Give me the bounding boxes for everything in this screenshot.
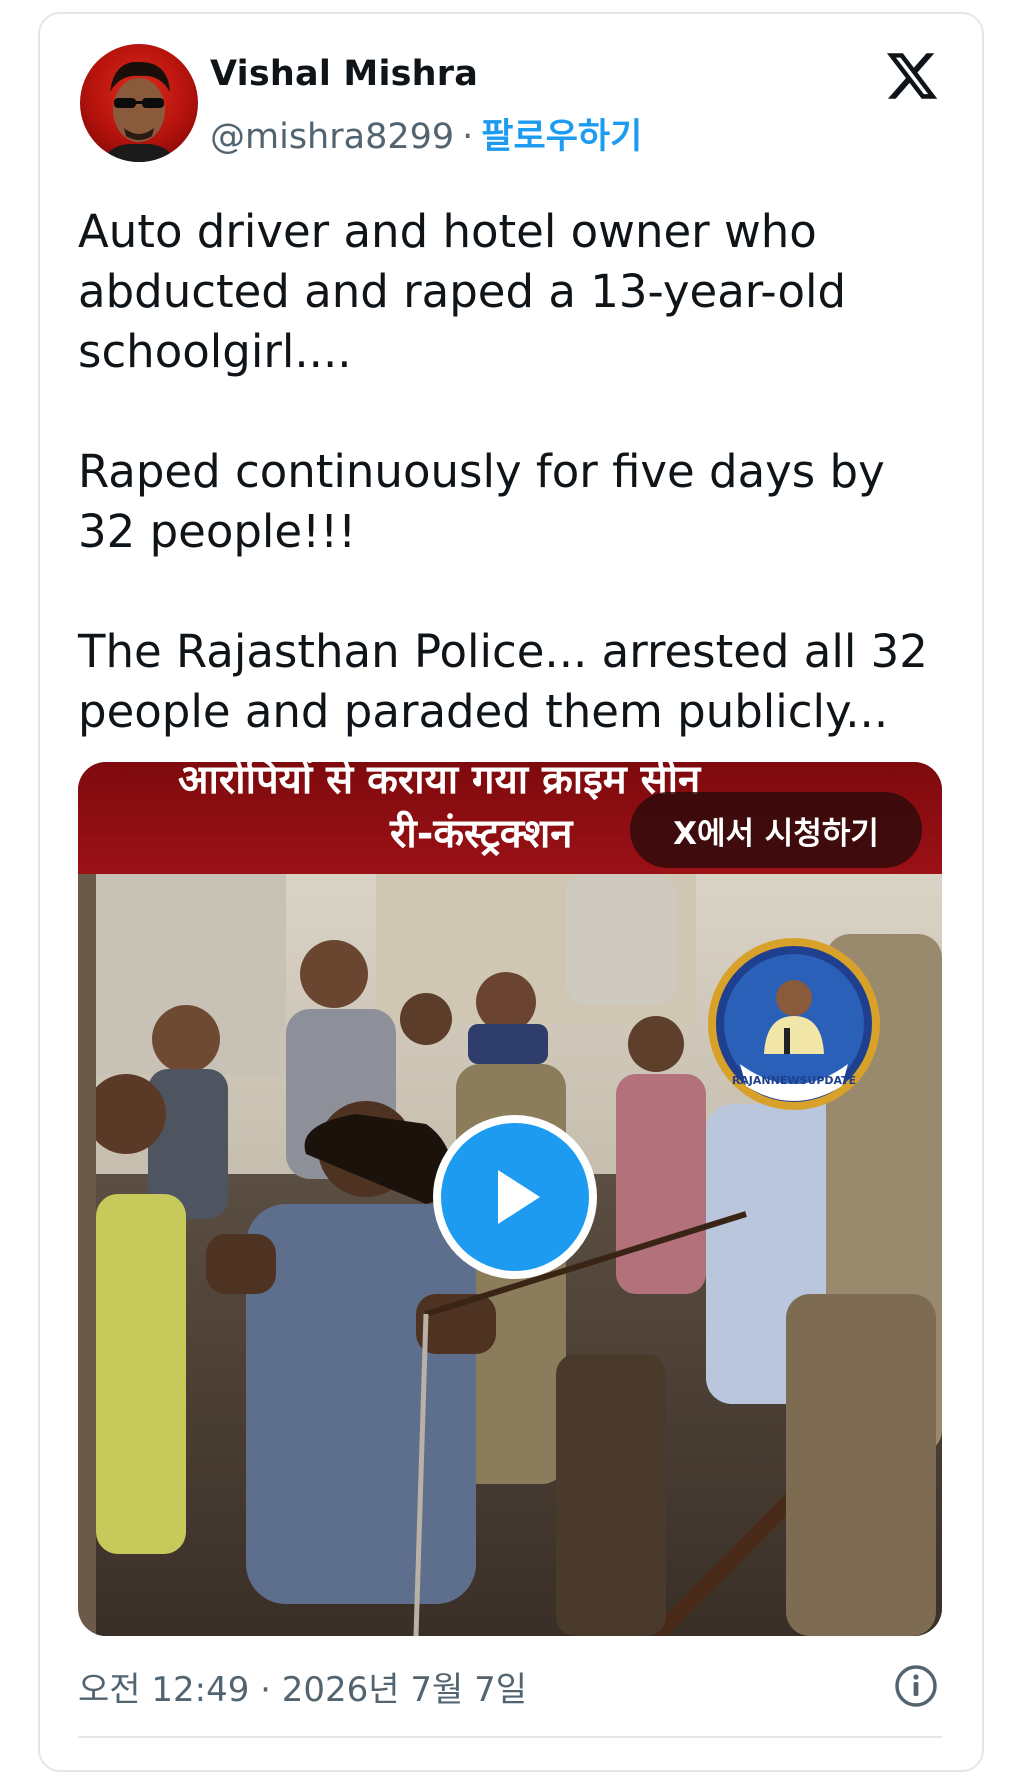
avatar-portrait-icon [102, 61, 176, 162]
video-media[interactable]: आरोपियों से कराया गया क्राइम सीन री-कंस्… [78, 762, 942, 1636]
separator-dot: · [462, 117, 474, 157]
author-avatar[interactable] [80, 44, 198, 162]
tweet-body: Auto driver and hotel owner who abducted… [78, 202, 938, 802]
play-button[interactable] [433, 1115, 597, 1279]
follow-button[interactable]: 팔로우하기 [481, 117, 642, 157]
video-headline-line2: री-कंस्ट्रक्शन [390, 811, 573, 857]
tweet-card: Vishal Mishra @mishra8299 · 팔로우하기 Auto dri… [38, 12, 984, 1772]
author-handle-line: @mishra8299 · 팔로우하기 [210, 108, 642, 159]
video-headline-line1: आरोपियों से कराया गया क्राइम सीन [178, 762, 701, 803]
tweet-paragraph: Raped continuously for five days by 32 p… [78, 445, 885, 558]
watch-on-x-button[interactable]: X에서 시청하기 [630, 792, 922, 868]
tweet-paragraph: Auto driver and hotel owner who abducted… [78, 205, 847, 378]
tweet-timestamp[interactable]: 오전 12:49 · 2026년 7월 7일 [78, 1662, 527, 1711]
x-logo-icon[interactable] [884, 48, 940, 104]
info-icon[interactable] [894, 1664, 938, 1708]
author-handle[interactable]: @mishra8299 [210, 117, 454, 157]
author-display-name[interactable]: Vishal Mishra [210, 54, 478, 94]
tweet-paragraph: The Rajasthan Police... arrested all 32 … [78, 625, 928, 738]
play-icon [498, 1170, 540, 1224]
watermark-text: RAJANNEWSUPDATE [732, 1074, 856, 1087]
footer-divider [78, 1736, 942, 1738]
channel-watermark-logo: RAJANNEWSUPDATE [708, 938, 880, 1110]
play-button-circle [441, 1123, 589, 1271]
